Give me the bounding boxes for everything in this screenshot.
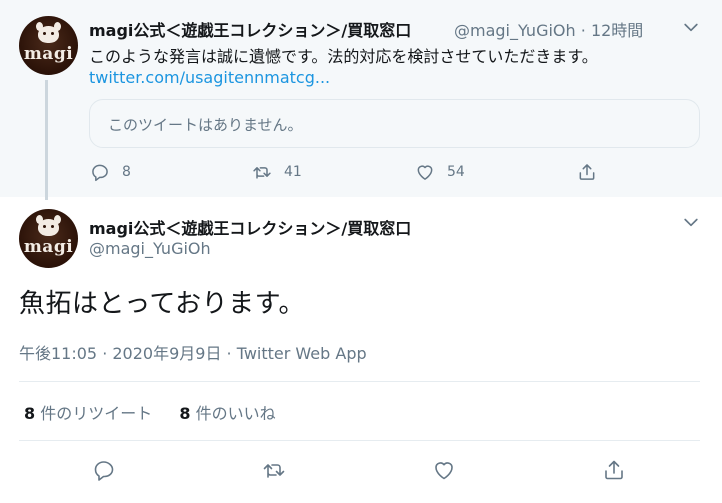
avatar-logo-text: magi bbox=[23, 237, 74, 257]
reply-button[interactable]: 8 bbox=[90, 162, 131, 182]
chevron-down-icon[interactable] bbox=[681, 17, 701, 37]
parent-tweet[interactable]: magi magi公式＜遊戯王コレクション＞/買取窓口 @magi_YuGiOh… bbox=[0, 0, 722, 200]
quoted-tweet-unavailable: このツイートはありません。 bbox=[108, 116, 303, 134]
retweet-button[interactable] bbox=[262, 458, 286, 486]
like-stat[interactable]: 8 件のいいね bbox=[179, 400, 275, 424]
heart-icon bbox=[435, 462, 453, 480]
tweet-timestamp[interactable]: 午後11:05 · 2020年9月9日 · Twitter Web App bbox=[19, 340, 367, 364]
tweet-stats: 8 件のリツイート 8 件のいいね bbox=[24, 400, 276, 424]
reply-count: 8 bbox=[122, 164, 131, 180]
tweet-text: 魚拓はとっております。 bbox=[19, 289, 306, 319]
like-stat-count: 8 bbox=[179, 404, 191, 423]
retweet-icon bbox=[263, 464, 285, 478]
divider bbox=[19, 440, 700, 441]
share-icon bbox=[579, 164, 595, 180]
separator: · bbox=[580, 21, 586, 40]
display-name[interactable]: magi公式＜遊戯王コレクション＞/買取窓口 bbox=[89, 17, 411, 41]
reply-icon bbox=[94, 461, 114, 481]
share-button[interactable] bbox=[577, 162, 597, 182]
avatar[interactable]: magi bbox=[19, 16, 78, 75]
retweet-button[interactable]: 41 bbox=[252, 162, 302, 182]
share-button[interactable] bbox=[602, 458, 626, 486]
quoted-tweet[interactable]: このツイートはありません。 bbox=[89, 99, 700, 148]
share-icon bbox=[605, 460, 623, 480]
like-button[interactable]: 54 bbox=[415, 162, 465, 182]
reply-icon bbox=[92, 164, 108, 182]
retweet-icon bbox=[253, 167, 271, 179]
handle[interactable]: @magi_YuGiOh bbox=[89, 239, 211, 258]
retweet-stat-count: 8 bbox=[24, 404, 36, 423]
divider bbox=[19, 381, 700, 382]
avatar[interactable]: magi bbox=[19, 209, 78, 268]
chevron-down-icon[interactable] bbox=[681, 212, 701, 232]
thread-line bbox=[45, 80, 48, 200]
retweet-count: 41 bbox=[284, 164, 302, 180]
heart-icon bbox=[417, 165, 433, 180]
avatar-logo-text: magi bbox=[23, 44, 74, 64]
avatar-rabbit-face bbox=[38, 26, 59, 43]
like-stat-label: 件のいいね bbox=[195, 404, 276, 423]
retweet-stat[interactable]: 8 件のリツイート bbox=[24, 400, 152, 424]
handle[interactable]: @magi_YuGiOh · 12時間 bbox=[454, 17, 643, 41]
avatar-rabbit-face bbox=[38, 219, 59, 236]
reply-button[interactable] bbox=[92, 458, 116, 486]
display-name[interactable]: magi公式＜遊戯王コレクション＞/買取窓口 bbox=[89, 215, 411, 239]
tweet-link[interactable]: twitter.com/usagitennmatcg... bbox=[89, 68, 330, 87]
handle-text: @magi_YuGiOh bbox=[454, 21, 576, 40]
like-button[interactable] bbox=[432, 458, 456, 486]
tweet-time[interactable]: 12時間 bbox=[591, 21, 643, 40]
retweet-stat-label: 件のリツイート bbox=[40, 404, 153, 423]
like-count: 54 bbox=[447, 164, 465, 180]
tweet-text: このような発言は誠に遺憾です。法的対応を検討させていただきます。 bbox=[89, 47, 598, 66]
